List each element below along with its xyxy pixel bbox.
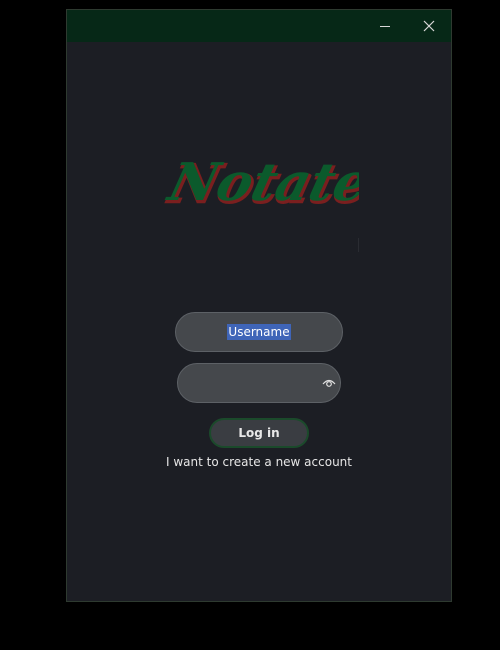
- eye-icon[interactable]: [322, 377, 336, 389]
- app-logo: Notatek Notatek: [67, 140, 451, 240]
- logo-image: Notatek Notatek: [161, 152, 359, 216]
- username-input[interactable]: [176, 313, 342, 351]
- create-account-link[interactable]: I want to create a new account: [67, 455, 451, 469]
- login-button[interactable]: Log in: [209, 418, 309, 448]
- logo-text: Notatek: [161, 152, 359, 213]
- password-input[interactable]: [178, 364, 340, 402]
- close-icon: [423, 20, 435, 32]
- login-window: Notatek Notatek Username Log in I want t…: [66, 9, 452, 602]
- text-cursor-mark: [358, 238, 359, 252]
- minimize-icon: [380, 25, 390, 27]
- title-bar[interactable]: [67, 10, 451, 42]
- password-field[interactable]: [177, 363, 341, 403]
- minimize-button[interactable]: [363, 10, 407, 42]
- username-field[interactable]: Username: [175, 312, 343, 352]
- close-button[interactable]: [407, 10, 451, 42]
